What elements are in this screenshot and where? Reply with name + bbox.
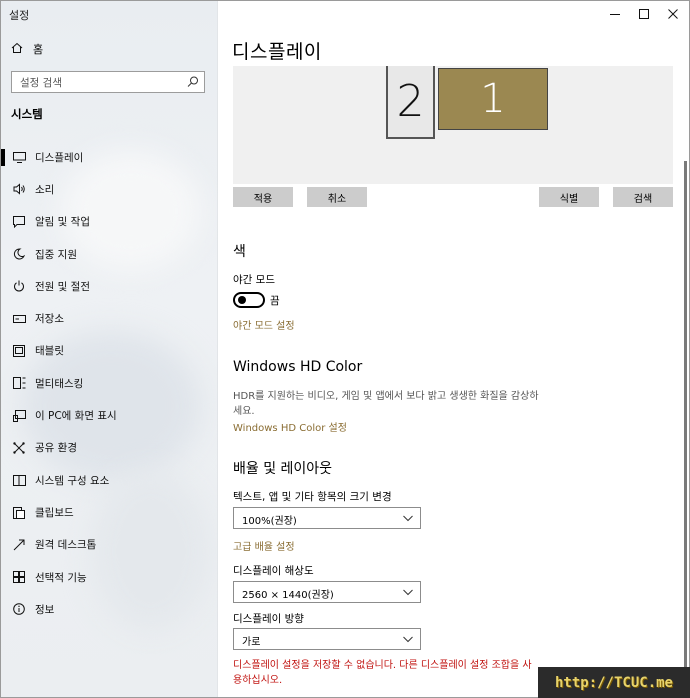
- window-title: 설정: [9, 9, 30, 22]
- sidebar-item-multitasking[interactable]: 멀티태스킹: [1, 367, 217, 399]
- components-icon: [12, 473, 26, 487]
- error-message: 디스플레이 설정을 저장할 수 없습니다. 다른 디스플레이 설정 조합을 사용…: [233, 660, 532, 686]
- maximize-button[interactable]: [629, 1, 659, 27]
- sidebar-item-storage[interactable]: 저장소: [1, 302, 217, 334]
- page-title: 디스플레이: [232, 41, 322, 63]
- scale-dropdown[interactable]: 100%(권장): [233, 507, 421, 529]
- home-label: 홈: [33, 43, 44, 56]
- scale-value: 100%(권장): [242, 516, 297, 527]
- sidebar-item-label: 멀티태스킹: [35, 377, 84, 390]
- chevron-down-icon: [402, 512, 414, 524]
- sidebar-item-sound[interactable]: 소리: [1, 173, 217, 205]
- sidebar-item-display[interactable]: 디스플레이: [1, 141, 217, 173]
- sidebar-item-optional-features[interactable]: 선택적 기능: [1, 561, 217, 593]
- scale-label: 텍스트, 앱 및 기타 항목의 크기 변경: [233, 491, 392, 503]
- color-heading: 색: [233, 244, 246, 260]
- tablet-icon: [12, 344, 26, 358]
- search-icon[interactable]: [186, 75, 200, 89]
- sidebar-nav: 디스플레이 소리 알림 및 작업 집중 지원 전원 및 절전 저장소 태블릿 멀…: [1, 141, 217, 625]
- sidebar-item-notifications[interactable]: 알림 및 작업: [1, 206, 217, 238]
- orientation-label: 디스플레이 방향: [233, 613, 304, 625]
- remote-desktop-icon: [12, 538, 26, 552]
- close-button[interactable]: [658, 1, 688, 27]
- watermark: http://TCUC.me: [538, 667, 690, 698]
- night-light-toggle[interactable]: [233, 292, 265, 308]
- sidebar-item-label: 정보: [35, 603, 55, 616]
- sidebar-item-label: 집중 지원: [35, 248, 77, 261]
- sidebar-item-tablet[interactable]: 태블릿: [1, 335, 217, 367]
- sidebar-item-label: 전원 및 절전: [35, 280, 90, 293]
- search-placeholder: 설정 검색: [20, 77, 62, 89]
- search-input[interactable]: 설정 검색: [11, 71, 205, 93]
- sidebar-item-label: 소리: [35, 183, 55, 196]
- chevron-down-icon: [402, 586, 414, 598]
- sidebar-item-share[interactable]: 공유 환경: [1, 432, 217, 464]
- hdr-heading: Windows HD Color: [233, 359, 363, 375]
- monitor-2[interactable]: 2: [386, 66, 435, 139]
- display-arrangement[interactable]: 2 1: [233, 66, 673, 184]
- share-icon: [12, 441, 26, 455]
- sidebar-item-label: 원격 데스크톱: [35, 539, 97, 552]
- night-light-settings-link[interactable]: 야간 모드 설정: [233, 317, 295, 332]
- apply-button[interactable]: 적용: [233, 187, 293, 207]
- moon-icon: [12, 247, 26, 261]
- sidebar-item-label: 디스플레이: [35, 151, 84, 164]
- monitor-icon: [12, 150, 26, 164]
- identify-button[interactable]: 식별: [539, 187, 599, 207]
- storage-icon: [12, 312, 26, 326]
- cancel-button[interactable]: 취소: [307, 187, 367, 207]
- resolution-label: 디스플레이 해상도: [233, 565, 314, 577]
- sidebar-item-label: 태블릿: [35, 345, 64, 358]
- main-content: 디스플레이 2 1 적용 취소 식별 검색 색 야간 모드 끔 야간 모드 설정…: [218, 1, 689, 697]
- scrollbar[interactable]: [684, 161, 687, 697]
- sidebar-item-components[interactable]: 시스템 구성 요소: [1, 464, 217, 496]
- orientation-dropdown[interactable]: 가로: [233, 628, 421, 650]
- monitor-1[interactable]: 1: [438, 68, 548, 130]
- sidebar-item-power[interactable]: 전원 및 절전: [1, 270, 217, 302]
- sidebar-item-focus[interactable]: 집중 지원: [1, 238, 217, 270]
- hdr-settings-link[interactable]: Windows HD Color 설정: [233, 419, 347, 434]
- sidebar-item-label: 이 PC에 화면 표시: [35, 410, 117, 423]
- sidebar-item-remote-desktop[interactable]: 원격 데스크톱: [1, 529, 217, 561]
- sidebar-item-label: 클립보드: [35, 506, 74, 519]
- sidebar-item-label: 공유 환경: [35, 442, 77, 455]
- detect-button[interactable]: 검색: [613, 187, 673, 207]
- sidebar-item-label: 선택적 기능: [35, 571, 87, 584]
- sidebar-item-label: 알림 및 작업: [35, 216, 90, 229]
- power-icon: [12, 279, 26, 293]
- chevron-down-icon: [402, 633, 414, 645]
- section-label: 시스템: [11, 107, 43, 121]
- home-link[interactable]: 홈: [11, 41, 43, 57]
- home-icon: [11, 42, 23, 57]
- features-icon: [12, 570, 26, 584]
- sidebar-item-label: 시스템 구성 요소: [35, 474, 110, 487]
- multitasking-icon: [12, 376, 26, 390]
- hdr-description: HDR를 지원하는 비디오, 게임 및 앱에서 보다 밝고 생생한 화질을 감상…: [233, 391, 539, 417]
- minimize-button[interactable]: [600, 1, 630, 27]
- sidebar: 설정 홈 설정 검색 시스템 디스플레이 소리 알림 및 작업 집중 지원 전원…: [1, 1, 218, 697]
- layout-heading: 배율 및 레이아웃: [233, 461, 333, 477]
- monitor-number: 2: [396, 76, 425, 127]
- resolution-value: 2560 × 1440(권장): [242, 590, 334, 601]
- night-light-state: 끔: [270, 295, 280, 307]
- project-icon: [12, 409, 26, 423]
- speaker-icon: [12, 182, 26, 196]
- orientation-value: 가로: [242, 637, 261, 648]
- clipboard-icon: [12, 505, 26, 519]
- sidebar-item-about[interactable]: 정보: [1, 593, 217, 625]
- night-light-label: 야간 모드: [233, 274, 275, 286]
- advanced-scaling-link[interactable]: 고급 배율 설정: [233, 538, 295, 553]
- monitor-number: 1: [480, 76, 506, 122]
- sidebar-item-label: 저장소: [35, 313, 64, 326]
- settings-window: 설정 홈 설정 검색 시스템 디스플레이 소리 알림 및 작업 집중 지원 전원…: [0, 0, 690, 698]
- sidebar-item-clipboard[interactable]: 클립보드: [1, 496, 217, 528]
- sidebar-item-project[interactable]: 이 PC에 화면 표시: [1, 399, 217, 431]
- notification-icon: [12, 215, 26, 229]
- info-icon: [12, 602, 26, 616]
- resolution-dropdown[interactable]: 2560 × 1440(권장): [233, 581, 421, 603]
